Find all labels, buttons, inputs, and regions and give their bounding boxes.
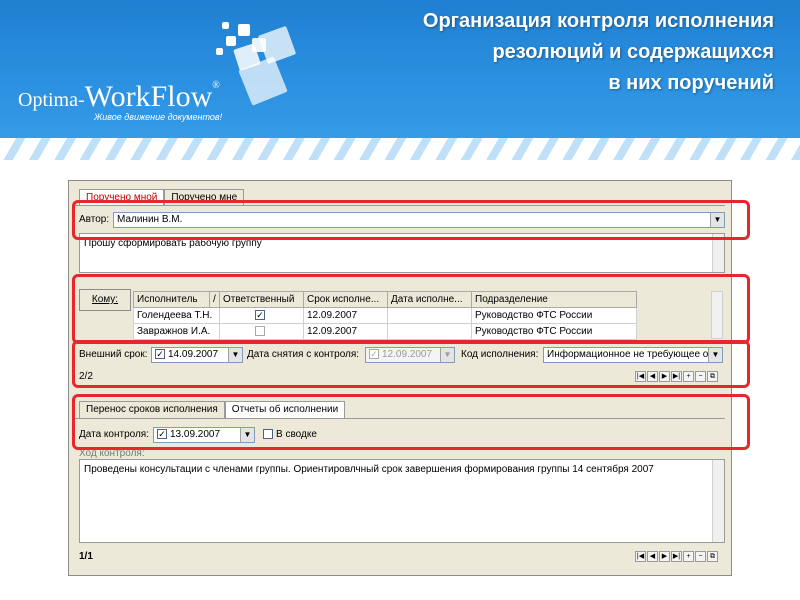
slide-title-line: резолюций и содержащихся: [492, 41, 774, 63]
logo-wordmark: Optima-WorkFlow®: [18, 80, 220, 114]
slide-title-line: в них поручений: [608, 72, 774, 94]
logo-square-icon: [226, 36, 236, 46]
course-text-area[interactable]: Проведены консультации с членами группы.…: [79, 459, 725, 543]
decorative-stripes: [0, 138, 800, 160]
report-record-navigator: |◀ ◀ ▶ ▶| + − ⧉: [635, 551, 718, 562]
slide-title: Организация контроля исполнения резолюци…: [334, 6, 774, 99]
highlight-report: [72, 394, 750, 450]
logo-square-icon: [216, 48, 223, 55]
highlight-recipients: [72, 274, 750, 344]
highlight-control: [72, 340, 750, 388]
scrollbar[interactable]: [712, 460, 724, 542]
first-record-icon[interactable]: |◀: [635, 551, 646, 562]
delete-record-icon[interactable]: −: [695, 551, 706, 562]
report-pager-counter: 1/1: [79, 551, 93, 562]
logo-name: WorkFlow: [84, 80, 213, 113]
slide-title-line: Организация контроля исполнения: [422, 10, 774, 32]
logo: Optima-WorkFlow® Живое движение документ…: [10, 70, 250, 132]
next-record-icon[interactable]: ▶: [659, 551, 670, 562]
header-banner: Optima-WorkFlow® Живое движение документ…: [0, 0, 800, 160]
copy-record-icon[interactable]: ⧉: [707, 551, 718, 562]
logo-square-icon: [238, 24, 250, 36]
logo-square-icon: [222, 22, 229, 29]
add-record-icon[interactable]: +: [683, 551, 694, 562]
course-text: Проведены консультации с членами группы.…: [84, 464, 654, 475]
registered-mark: ®: [212, 80, 220, 91]
prev-record-icon[interactable]: ◀: [647, 551, 658, 562]
highlight-author: [72, 200, 750, 240]
last-record-icon[interactable]: ▶|: [671, 551, 682, 562]
logo-tagline: Живое движение документов!: [94, 112, 223, 122]
logo-square-icon: [257, 25, 297, 65]
logo-prefix: Optima-: [18, 89, 85, 111]
